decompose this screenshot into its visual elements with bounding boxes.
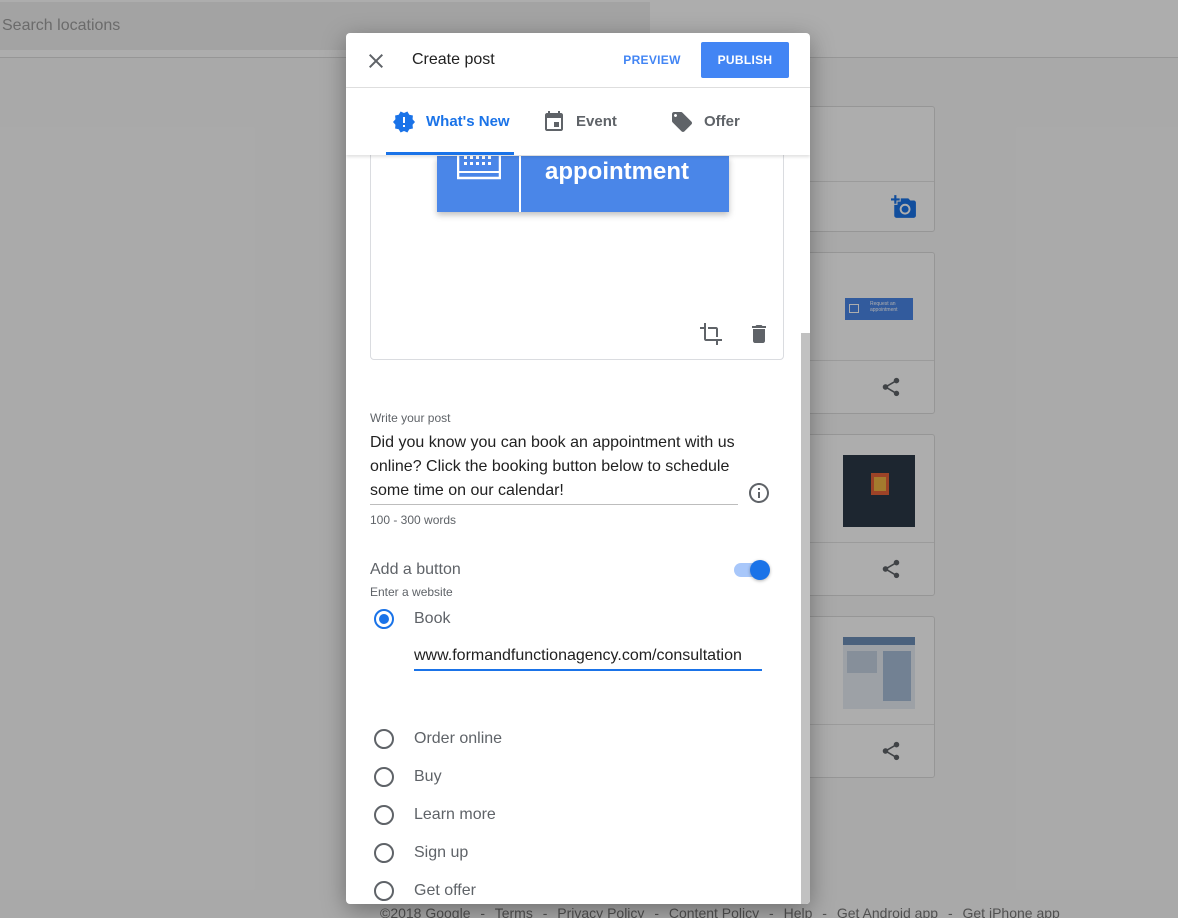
image-text: appointment (521, 156, 729, 212)
radio-button[interactable] (374, 767, 394, 787)
post-textarea[interactable]: Did you know you can book an appointment… (370, 431, 738, 505)
info-icon[interactable] (747, 481, 771, 505)
word-count-hint: 100 - 300 words (370, 513, 457, 527)
website-label: Enter a website (370, 585, 453, 599)
add-button-toggle[interactable] (732, 559, 772, 581)
delete-icon[interactable] (747, 322, 771, 346)
radio-order-online[interactable]: Order online (374, 727, 502, 751)
radio-button[interactable] (374, 843, 394, 863)
calendar-graphic (437, 155, 519, 212)
publish-button[interactable]: PUBLISH (701, 42, 789, 78)
tab-label: Offer (704, 113, 740, 130)
radio-label: Learn more (414, 806, 496, 823)
crop-icon[interactable] (699, 322, 723, 346)
book-url-input[interactable] (414, 643, 762, 671)
tab-label: Event (576, 113, 617, 130)
radio-button[interactable] (374, 609, 394, 629)
close-icon[interactable] (364, 49, 388, 73)
tab-event[interactable]: Event (542, 88, 617, 155)
alert-badge-icon (393, 111, 415, 132)
tab-label: What's New (426, 113, 510, 130)
post-type-tabs: What's New Event Offer (346, 88, 810, 155)
radio-button[interactable] (374, 805, 394, 825)
tab-whats-new[interactable]: What's New (392, 88, 510, 155)
radio-get-offer[interactable]: Get offer (374, 879, 476, 903)
post-field-label: Write your post (370, 411, 451, 425)
tag-icon (672, 111, 692, 132)
radio-label: Buy (414, 768, 442, 785)
dialog-header: Create post PREVIEW PUBLISH (346, 33, 810, 88)
post-image: appointment (437, 155, 729, 212)
radio-label: Sign up (414, 844, 469, 861)
scrollbar-thumb[interactable] (801, 333, 810, 904)
radio-learn-more[interactable]: Learn more (374, 803, 496, 827)
active-tab-indicator (386, 152, 514, 155)
radio-label: Book (414, 610, 451, 627)
dialog-content[interactable]: appointment Write your post Did you know… (346, 155, 810, 904)
create-post-dialog: Create post PREVIEW PUBLISH What's New E… (346, 33, 810, 904)
calendar-icon (545, 110, 563, 131)
tab-offer[interactable]: Offer (670, 88, 740, 155)
radio-buy[interactable]: Buy (374, 765, 442, 789)
radio-button[interactable] (374, 881, 394, 901)
radio-button[interactable] (374, 729, 394, 749)
post-image-container: appointment (370, 155, 784, 360)
calendar-icon (457, 155, 501, 180)
add-button-label: Add a button (370, 561, 461, 578)
dialog-title: Create post (412, 51, 495, 68)
preview-button[interactable]: PREVIEW (616, 42, 688, 78)
radio-label: Get offer (414, 882, 476, 899)
radio-sign-up[interactable]: Sign up (374, 841, 468, 865)
radio-label: Order online (414, 730, 503, 747)
radio-book[interactable]: Book (374, 607, 450, 631)
